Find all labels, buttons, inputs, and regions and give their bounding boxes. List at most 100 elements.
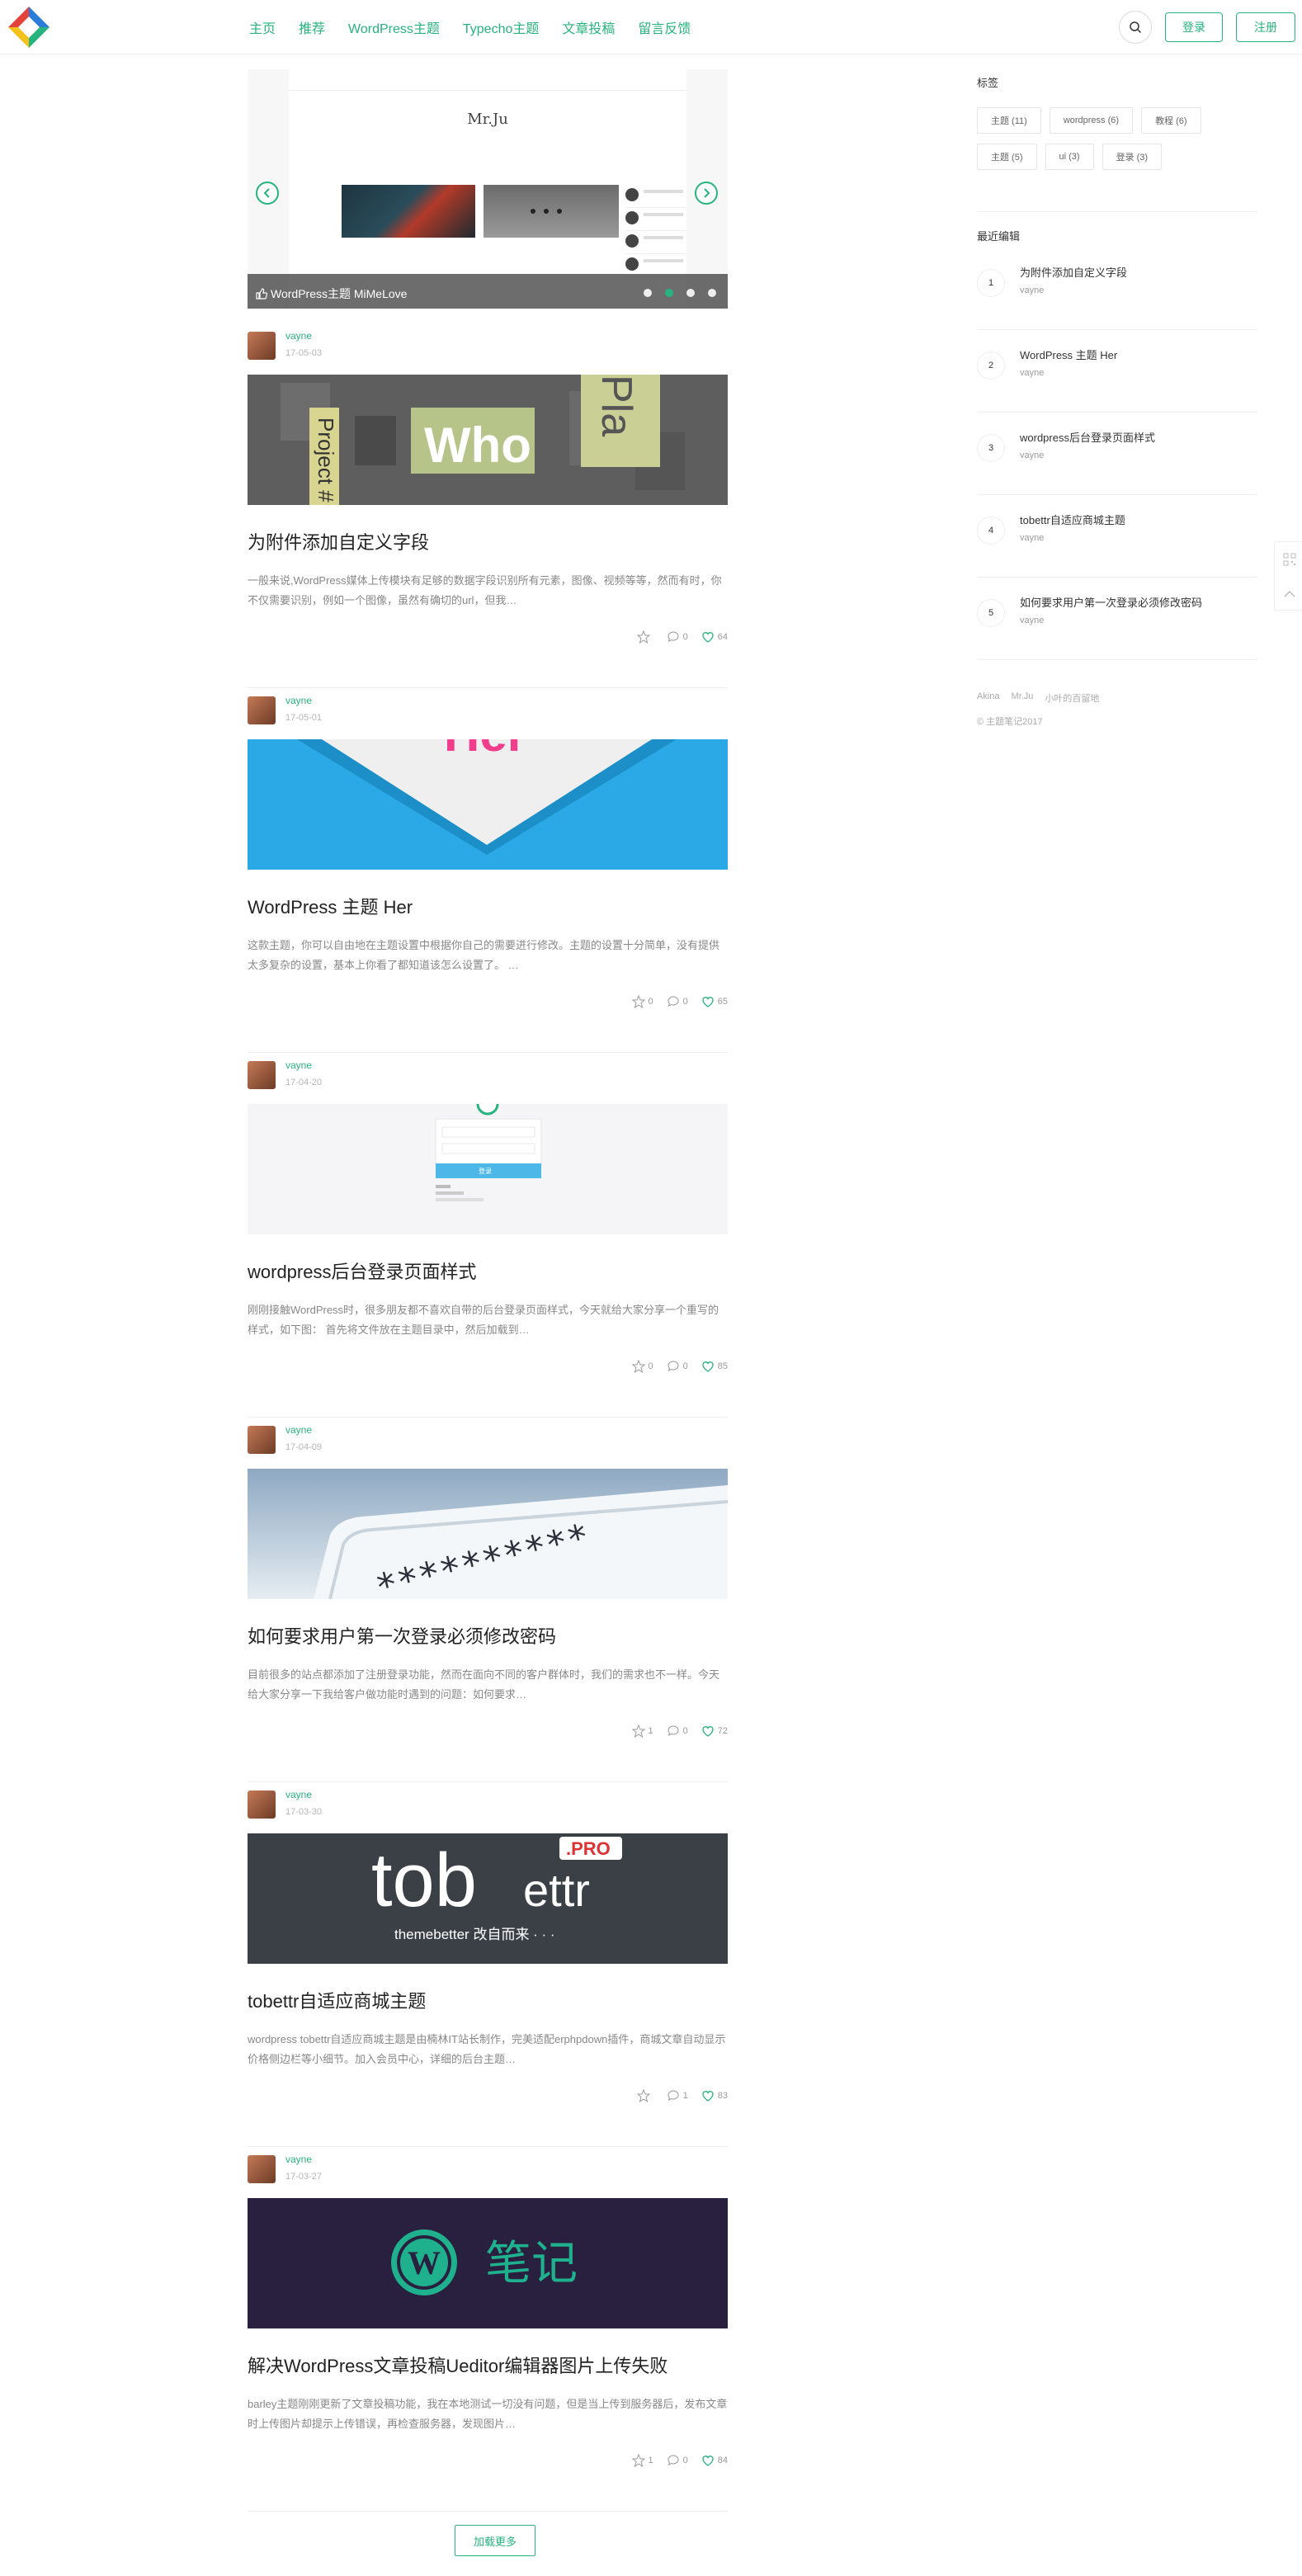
- recent-item[interactable]: 3 wordpress后台登录页面样式 vayne: [977, 413, 1257, 495]
- slider-dot-active[interactable]: [665, 289, 673, 297]
- favorite-button[interactable]: [636, 2089, 653, 2102]
- register-button[interactable]: 注册: [1236, 12, 1295, 42]
- friend-link[interactable]: Akina: [977, 691, 1000, 705]
- like-button[interactable]: 65: [701, 995, 728, 1008]
- post-card: vayne 17-05-01 Her WordPress 主题 Her 这款主题…: [248, 688, 728, 1053]
- login-button[interactable]: 登录: [1165, 12, 1223, 42]
- post-title[interactable]: wordpress后台登录页面样式: [248, 1257, 476, 1284]
- slider-prev-button[interactable]: [256, 182, 279, 205]
- post-thumbnail[interactable]: Project # Who Pla: [248, 375, 728, 505]
- avatar[interactable]: [248, 696, 276, 724]
- favorite-button[interactable]: 0: [631, 1360, 653, 1373]
- post-author[interactable]: vayne: [285, 695, 312, 706]
- comment-icon: [668, 1361, 679, 1371]
- friend-links: Akina Mr.Ju 小叶的百留地: [977, 691, 1099, 705]
- nav-recommend[interactable]: 推荐: [299, 17, 325, 37]
- star-icon: [631, 1724, 645, 1738]
- post-title[interactable]: tobettr自适应商城主题: [248, 1987, 426, 2013]
- post-thumbnail[interactable]: **********: [248, 1469, 728, 1599]
- load-more-button[interactable]: 加载更多: [455, 2525, 535, 2556]
- comment-count: 0: [682, 1361, 688, 1371]
- like-button[interactable]: 64: [701, 630, 728, 644]
- avatar[interactable]: [248, 332, 276, 360]
- favorite-button[interactable]: [636, 630, 653, 644]
- post-title[interactable]: 如何要求用户第一次登录必须修改密码: [248, 1622, 556, 1649]
- slider-next-button[interactable]: [695, 182, 718, 205]
- friend-link[interactable]: 小叶的百留地: [1045, 691, 1099, 705]
- post-date: 17-04-09: [285, 1442, 323, 1452]
- comment-button[interactable]: 0: [667, 995, 688, 1008]
- slide-card-image: [342, 185, 475, 238]
- post-thumbnail[interactable]: tob ettr .PRO themebetter 改自而来 · · ·: [248, 1833, 728, 1964]
- comment-count: 1: [682, 2091, 688, 2101]
- slide-caption[interactable]: WordPress主题 MiMeLove: [256, 285, 407, 302]
- post-title[interactable]: WordPress 主题 Her: [248, 893, 413, 919]
- recent-title-link[interactable]: 如何要求用户第一次登录必须修改密码: [1020, 594, 1202, 610]
- recent-title: 最近编辑: [977, 230, 1021, 243]
- nav-home[interactable]: 主页: [249, 17, 276, 37]
- post-thumbnail[interactable]: Her: [248, 739, 728, 870]
- recent-title-link[interactable]: 为附件添加自定义字段: [1020, 264, 1127, 280]
- post-author[interactable]: vayne: [285, 1424, 312, 1436]
- favorite-button[interactable]: 1: [631, 1724, 653, 1738]
- avatar[interactable]: [248, 1426, 276, 1454]
- post-author[interactable]: vayne: [285, 1789, 312, 1800]
- slider-dot[interactable]: [644, 289, 652, 297]
- nav-feedback[interactable]: 留言反馈: [638, 17, 691, 37]
- post-title[interactable]: 解决WordPress文章投稿Ueditor编辑器图片上传失败: [248, 2352, 668, 2378]
- recent-item[interactable]: 4 tobettr自适应商城主题 vayne: [977, 495, 1257, 578]
- star-icon: [631, 995, 645, 1008]
- nav-wordpress-themes[interactable]: WordPress主题: [348, 17, 440, 37]
- thumb-note-text: 笔记: [485, 2237, 578, 2291]
- tag-item[interactable]: 登录 (3): [1102, 144, 1163, 170]
- avatar[interactable]: [248, 1790, 276, 1819]
- featured-slider[interactable]: Mr.Ju WordPress主题 MiMeLove: [248, 69, 728, 309]
- post-author[interactable]: vayne: [285, 2154, 312, 2165]
- recent-item[interactable]: 2 WordPress 主题 Her vayne: [977, 330, 1257, 413]
- recent-title-link[interactable]: tobettr自适应商城主题: [1020, 512, 1125, 527]
- tag-item[interactable]: 教程 (6): [1141, 107, 1201, 134]
- recent-rank: 4: [977, 517, 1005, 545]
- comment-button[interactable]: 0: [667, 1724, 688, 1738]
- thumbnail-graphic: 登录: [248, 1104, 728, 1234]
- heart-icon: [702, 1361, 714, 1372]
- like-button[interactable]: 72: [701, 1724, 728, 1738]
- recent-rank: 3: [977, 434, 1005, 462]
- tag-item[interactable]: ui (3): [1045, 144, 1094, 170]
- comment-button[interactable]: 0: [667, 2454, 688, 2467]
- nav-submit-article[interactable]: 文章投稿: [562, 17, 615, 37]
- nav-typecho-themes[interactable]: Typecho主题: [463, 17, 540, 37]
- post-author[interactable]: vayne: [285, 330, 312, 342]
- qrcode-button[interactable]: [1275, 542, 1302, 577]
- recent-title-link[interactable]: wordpress后台登录页面样式: [1020, 429, 1155, 445]
- favorite-button[interactable]: 0: [631, 995, 653, 1008]
- comment-button[interactable]: 0: [667, 630, 688, 644]
- svg-text:Project #: Project #: [314, 418, 338, 502]
- like-button[interactable]: 84: [701, 2454, 728, 2467]
- avatar[interactable]: [248, 2155, 276, 2183]
- like-button[interactable]: 85: [701, 1360, 728, 1373]
- slide-topbar: [289, 81, 686, 91]
- site-logo[interactable]: [7, 5, 51, 50]
- post-meta: 1 0 84: [631, 2454, 728, 2467]
- recent-title-link[interactable]: WordPress 主题 Her: [1020, 347, 1117, 362]
- recent-item[interactable]: 5 如何要求用户第一次登录必须修改密码 vayne: [977, 578, 1257, 660]
- post-author[interactable]: vayne: [285, 1059, 312, 1071]
- slider-dot[interactable]: [686, 289, 695, 297]
- search-button[interactable]: [1119, 11, 1152, 44]
- slider-dot[interactable]: [708, 289, 716, 297]
- post-thumbnail[interactable]: W 笔记: [248, 2198, 728, 2328]
- back-to-top-button[interactable]: [1275, 577, 1302, 611]
- recent-item[interactable]: 1 为附件添加自定义字段 vayne: [977, 248, 1257, 330]
- favorite-button[interactable]: 1: [631, 2454, 653, 2467]
- comment-button[interactable]: 1: [667, 2089, 688, 2102]
- post-title[interactable]: 为附件添加自定义字段: [248, 528, 429, 554]
- like-button[interactable]: 83: [701, 2089, 728, 2102]
- avatar[interactable]: [248, 1061, 276, 1089]
- friend-link[interactable]: Mr.Ju: [1012, 691, 1034, 705]
- post-thumbnail[interactable]: 登录: [248, 1104, 728, 1234]
- tag-item[interactable]: 主题 (11): [977, 107, 1041, 134]
- tag-item[interactable]: wordpress (6): [1049, 107, 1134, 134]
- tag-item[interactable]: 主题 (5): [977, 144, 1037, 170]
- comment-button[interactable]: 0: [667, 1360, 688, 1373]
